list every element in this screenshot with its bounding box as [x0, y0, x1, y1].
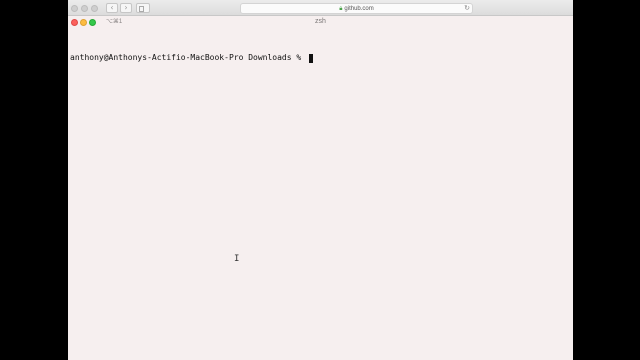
- terminal-output[interactable]: anthony@Anthonys-Actifio-MacBook-Pro Dow…: [70, 33, 571, 360]
- address-bar[interactable]: 🔒︎ github.com ↻: [240, 3, 473, 14]
- terminal-titlebar[interactable]: ⌥⌘1 zsh: [68, 16, 573, 30]
- url-text: github.com: [344, 6, 374, 12]
- chevron-left-icon[interactable]: ‹: [106, 3, 118, 13]
- sidebar-icon[interactable]: [136, 3, 150, 13]
- chevron-right-icon[interactable]: ›: [120, 3, 132, 13]
- browser-zoom-dot[interactable]: [91, 5, 98, 12]
- browser-minimize-dot[interactable]: [81, 5, 88, 12]
- text-cursor: [309, 53, 314, 63]
- browser-toolbar: ‹ › 🔒︎ github.com ↻: [68, 0, 573, 16]
- lock-icon: 🔒︎: [339, 5, 343, 12]
- window-title: zsh: [315, 18, 326, 25]
- shell-prompt: anthony@Anthonys-Actifio-MacBook-Pro Dow…: [70, 53, 307, 62]
- prompt-line: anthony@Anthonys-Actifio-MacBook-Pro Dow…: [70, 53, 571, 63]
- terminal-window[interactable]: ⌥⌘1 zsh anthony@Anthonys-Actifio-MacBook…: [68, 16, 573, 360]
- ibeam-cursor-icon: I: [234, 254, 240, 264]
- reload-icon[interactable]: ↻: [464, 4, 470, 13]
- browser-close-dot[interactable]: [71, 5, 78, 12]
